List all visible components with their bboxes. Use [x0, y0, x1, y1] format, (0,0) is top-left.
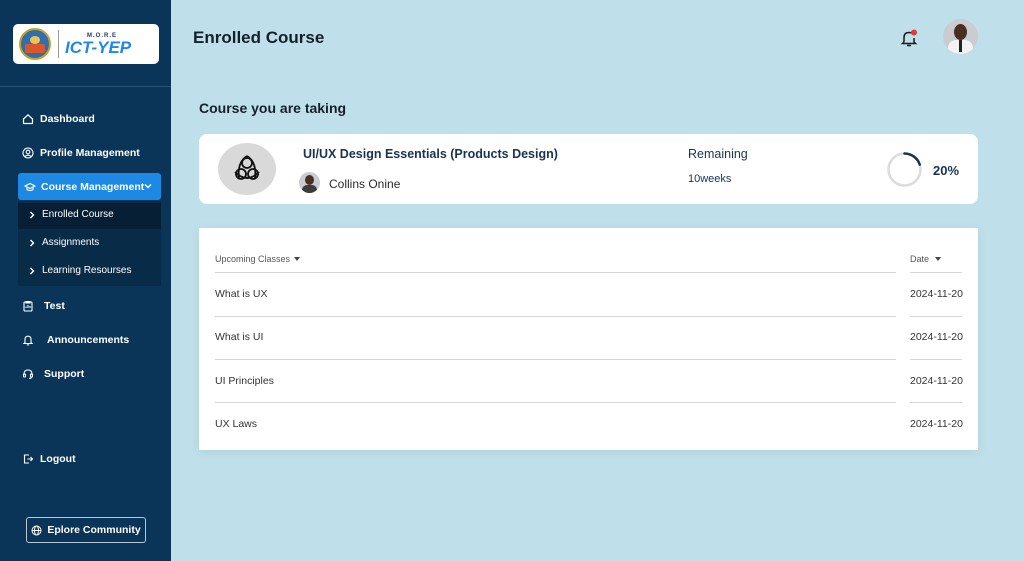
sidebar-item-label: Logout — [40, 453, 76, 465]
brand-logo[interactable]: M.O.R.E ICT-YEP — [13, 24, 159, 64]
submenu-item-assignments[interactable]: Assignments — [28, 237, 99, 248]
brand-main-text: ICT-YEP — [65, 37, 132, 57]
headset-icon — [22, 368, 34, 380]
home-icon — [22, 113, 34, 125]
instructor-name: Collins Onine — [329, 177, 401, 191]
chevron-down-icon — [144, 184, 152, 189]
chevron-right-icon — [30, 239, 35, 246]
column-header-label: Date — [910, 254, 930, 264]
notification-dot — [911, 29, 917, 36]
progress-ring — [887, 152, 922, 187]
logo-divider — [58, 30, 59, 58]
notification-bell-icon[interactable] — [900, 29, 918, 48]
class-date: 2024-11-20 — [910, 375, 963, 387]
class-name: What is UX — [215, 288, 268, 300]
bell-icon — [22, 334, 34, 346]
class-date: 2024-11-20 — [910, 331, 963, 343]
submenu-item-label: Assignments — [42, 237, 100, 248]
column-header-date[interactable]: Date — [910, 254, 942, 264]
row-divider — [910, 359, 962, 360]
class-name: What is UI — [215, 331, 264, 343]
sidebar-item-label: Support — [44, 368, 85, 380]
page-title: Enrolled Course — [193, 28, 325, 47]
course-card[interactable]: UI/UX Design Essentials (Products Design… — [199, 134, 978, 204]
instructor-avatar — [299, 172, 320, 193]
submenu-item-label: Learning Resourses — [42, 265, 132, 276]
sidebar-item-label: Course Management — [41, 180, 145, 193]
sidebar-item-profile-management[interactable]: Profile Management — [22, 147, 140, 159]
submenu-item-enrolled-course[interactable]: Enrolled Course — [28, 209, 114, 220]
sidebar-item-logout[interactable]: Logout — [22, 453, 76, 465]
submenu-item-learning-resources[interactable]: Learning Resourses — [28, 265, 132, 276]
emblem-logo-icon — [19, 28, 51, 60]
sidebar-item-label: Profile Management — [40, 147, 140, 159]
sidebar-item-support[interactable]: Support — [22, 368, 84, 380]
sidebar-item-announcements[interactable]: Announcements — [22, 334, 129, 346]
clipboard-icon — [22, 300, 34, 312]
class-name: UX Laws — [215, 418, 258, 430]
section-heading: Course you are taking — [199, 100, 347, 116]
sidebar-item-label: Dashboard — [40, 113, 95, 125]
brand-text: M.O.R.E ICT-YEP — [65, 33, 131, 56]
sidebar-item-label: Test — [44, 300, 65, 312]
sidebar-item-label: Announcements — [47, 334, 130, 346]
chevron-right-icon — [30, 267, 35, 274]
react-logo-icon — [234, 155, 260, 180]
submenu-item-label: Enrolled Course — [42, 209, 114, 220]
course-title[interactable]: UI/UX Design Essentials (Products Design… — [303, 147, 558, 161]
column-header-label: Upcoming Classes — [215, 254, 291, 264]
sidebar-divider — [0, 86, 171, 87]
row-divider — [215, 359, 896, 360]
explore-community-button[interactable]: Eplore Community — [26, 517, 146, 543]
user-avatar[interactable] — [943, 19, 978, 54]
row-divider — [910, 316, 962, 317]
sidebar-item-course-management[interactable]: Course Management — [18, 173, 161, 200]
row-divider — [215, 316, 896, 317]
explore-community-label: Eplore Community — [47, 524, 141, 536]
class-date: 2024-11-20 — [910, 418, 963, 430]
sort-caret-icon — [294, 257, 301, 261]
globe-icon — [31, 525, 42, 536]
logout-icon — [22, 453, 34, 465]
column-header-upcoming-classes[interactable]: Upcoming Classes — [215, 254, 301, 264]
upcoming-classes-table: Upcoming Classes Date What is UX 2024-11… — [199, 228, 978, 450]
header-divider — [215, 272, 896, 273]
remaining-label: Remaining — [688, 147, 748, 161]
class-date: 2024-11-20 — [910, 288, 963, 300]
course-submenu: Enrolled Course Assignments Learning Res… — [18, 201, 161, 286]
graduation-cap-icon — [24, 181, 36, 193]
row-divider — [215, 402, 896, 403]
progress-percent: 20% — [933, 163, 960, 178]
class-name: UI Principles — [215, 375, 274, 387]
course-thumbnail — [218, 143, 276, 195]
header-divider — [910, 272, 962, 273]
sidebar-item-test[interactable]: Test — [22, 300, 65, 312]
user-circle-icon — [22, 147, 34, 159]
row-divider — [910, 402, 962, 403]
sidebar-item-dashboard[interactable]: Dashboard — [22, 113, 95, 125]
sort-caret-icon — [935, 257, 942, 261]
remaining-value: 10weeks — [688, 173, 732, 185]
sidebar: M.O.R.E ICT-YEP Dashboard Profile Manage… — [0, 0, 171, 561]
chevron-right-icon — [30, 211, 35, 218]
